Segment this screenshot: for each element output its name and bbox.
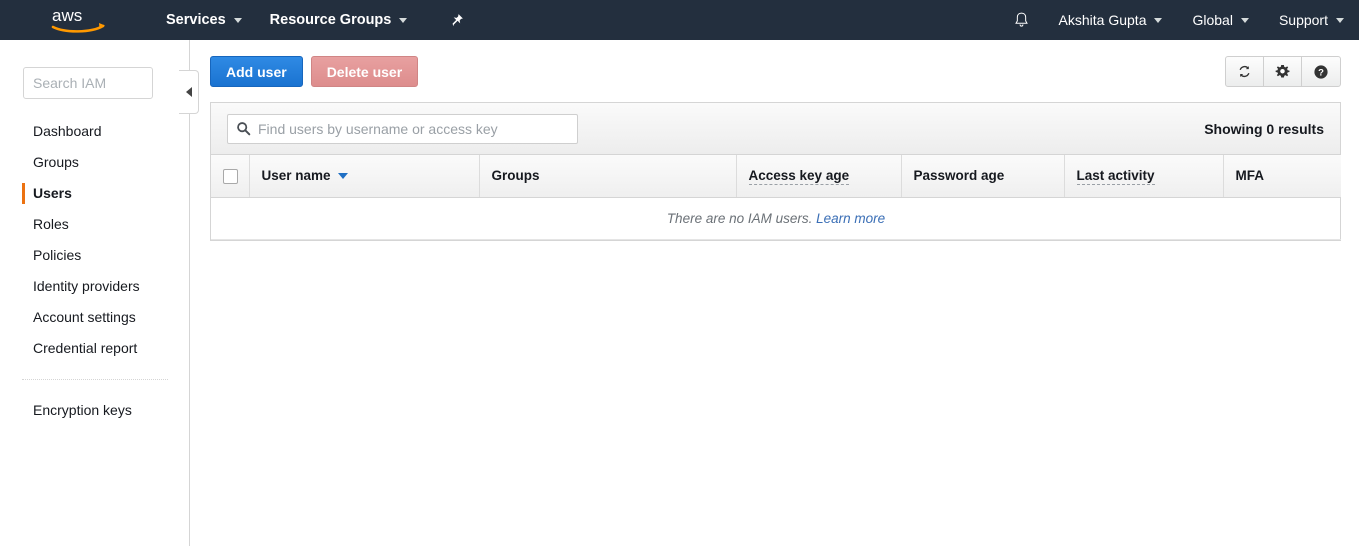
- sidebar-collapse-button[interactable]: [179, 70, 199, 114]
- sidebar-item-label: Identity providers: [33, 278, 140, 294]
- find-users-wrapper: [227, 113, 578, 144]
- nav-right-group: Akshita Gupta Global Support: [999, 0, 1359, 40]
- refresh-icon: [1239, 65, 1250, 78]
- nav-account-menu[interactable]: Akshita Gupta: [1044, 0, 1178, 40]
- sidebar-item-groups[interactable]: Groups: [0, 147, 190, 178]
- sidebar: Dashboard Groups Users Roles Policies Id…: [0, 40, 199, 546]
- column-label: Groups: [491, 168, 540, 184]
- nav-region-menu[interactable]: Global: [1177, 0, 1263, 40]
- sidebar-item-identity-providers[interactable]: Identity providers: [0, 271, 190, 302]
- chevron-down-icon: [1240, 17, 1249, 23]
- pushpin-icon: [452, 13, 464, 26]
- nav-services[interactable]: Services: [152, 0, 256, 40]
- users-panel: Showing 0 results User: [210, 102, 1341, 241]
- nav-support-label: Support: [1278, 12, 1328, 28]
- column-header-last-activity[interactable]: Last activity: [1064, 155, 1224, 198]
- learn-more-link[interactable]: Learn more: [816, 211, 885, 226]
- column-label: MFA: [1235, 168, 1265, 184]
- sidebar-nav-list: Dashboard Groups Users Roles Policies Id…: [0, 116, 190, 426]
- sidebar-item-label: Policies: [33, 247, 82, 263]
- help-button[interactable]: ?: [1302, 57, 1340, 86]
- chevron-left-icon: [185, 87, 192, 97]
- nav-account-label: Akshita Gupta: [1058, 12, 1147, 28]
- nav-resource-groups[interactable]: Resource Groups: [256, 0, 422, 40]
- sidebar-item-label: Account settings: [33, 309, 136, 325]
- refresh-button[interactable]: [1226, 57, 1264, 86]
- column-header-mfa[interactable]: MFA: [1223, 155, 1341, 198]
- top-navigation-bar: aws Services Resource Groups Akshita Gup…: [0, 0, 1359, 40]
- sidebar-item-label: Users: [33, 185, 72, 201]
- chevron-down-icon: [1336, 17, 1344, 23]
- column-header-access-key-age[interactable]: Access key age: [736, 155, 902, 198]
- nav-region-label: Global: [1192, 12, 1233, 28]
- gear-icon: [1275, 64, 1290, 78]
- notifications-button[interactable]: [999, 0, 1044, 40]
- column-header-user-name[interactable]: User name: [249, 155, 480, 198]
- help-icon: ?: [1314, 64, 1328, 79]
- table-action-icon-group: ?: [1225, 56, 1341, 87]
- sidebar-item-label: Dashboard: [33, 123, 102, 139]
- pin-shortcut-button[interactable]: [439, 0, 474, 40]
- sidebar-item-label: Groups: [33, 154, 79, 170]
- chevron-down-icon: [1154, 17, 1163, 23]
- bell-icon: [1014, 12, 1028, 27]
- column-header-password-age[interactable]: Password age: [901, 155, 1065, 198]
- sidebar-divider: [22, 379, 168, 380]
- add-user-button[interactable]: Add user: [210, 56, 303, 87]
- empty-state-row: There are no IAM users. Learn more: [211, 197, 1341, 240]
- settings-button[interactable]: [1264, 57, 1302, 86]
- users-toolbar: Add user Delete user: [210, 56, 419, 87]
- sidebar-item-credential-report[interactable]: Credential report: [0, 333, 190, 364]
- svg-text:aws: aws: [52, 6, 82, 25]
- main-content: Add user Delete user ? Find users by use…: [191, 40, 1359, 546]
- column-label: Last activity: [1076, 168, 1155, 186]
- sidebar-item-account-settings[interactable]: Account settings: [0, 302, 190, 333]
- sidebar-item-policies[interactable]: Policies: [0, 240, 190, 271]
- sidebar-item-encryption-keys[interactable]: Encryption keys: [0, 395, 190, 426]
- select-all-header: [211, 155, 250, 198]
- column-label: User name: [261, 168, 331, 184]
- sort-descending-icon: [337, 172, 348, 179]
- delete-user-button[interactable]: Delete user: [310, 56, 419, 87]
- svg-text:?: ?: [1318, 67, 1324, 78]
- select-all-checkbox[interactable]: [223, 168, 238, 184]
- chevron-down-icon: [399, 17, 408, 23]
- users-table: User name Groups Access key age Password…: [211, 155, 1341, 240]
- search-iam-input[interactable]: [23, 67, 153, 99]
- sidebar-item-label: Credential report: [33, 340, 138, 356]
- nav-support-menu[interactable]: Support: [1264, 0, 1359, 40]
- find-users-input[interactable]: [227, 113, 578, 144]
- aws-logo[interactable]: aws: [48, 5, 116, 35]
- sidebar-item-label: Roles: [33, 216, 69, 232]
- column-header-groups[interactable]: Groups: [479, 155, 737, 198]
- sidebar-item-roles[interactable]: Roles: [0, 209, 190, 240]
- sidebar-item-label: Encryption keys: [33, 402, 132, 418]
- users-table-header-row: User name Groups Access key age Password…: [211, 155, 1341, 198]
- column-label: Password age: [913, 168, 1005, 184]
- column-label: Access key age: [748, 168, 850, 186]
- users-panel-header: Showing 0 results: [211, 103, 1340, 155]
- empty-state-text: There are no IAM users.: [666, 210, 813, 226]
- results-count-label: Showing 0 results: [1204, 120, 1324, 137]
- nav-resource-groups-label: Resource Groups: [269, 12, 392, 28]
- sidebar-item-dashboard[interactable]: Dashboard: [0, 116, 190, 147]
- nav-services-label: Services: [166, 12, 226, 28]
- sidebar-item-users[interactable]: Users: [0, 178, 190, 209]
- chevron-down-icon: [233, 17, 242, 23]
